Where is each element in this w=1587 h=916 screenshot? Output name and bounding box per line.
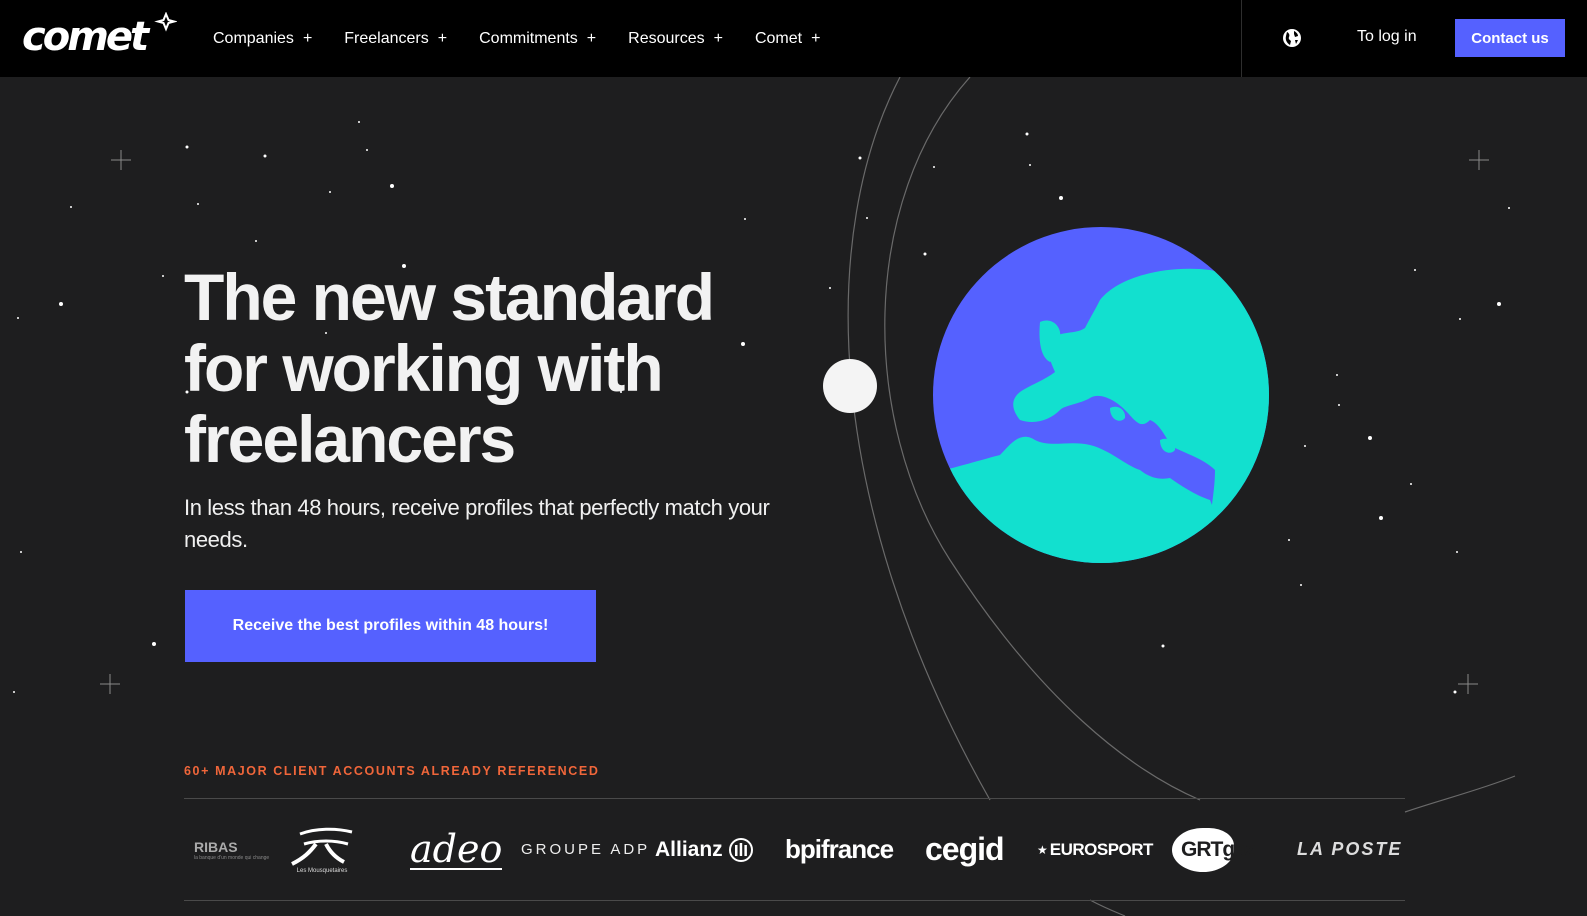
logo-la-poste: LA POSTE (1297, 799, 1402, 900)
logo-text: RIBAS (194, 838, 238, 855)
comet-logo[interactable]: comet (22, 12, 177, 58)
hero-subtitle: In less than 48 hours, receive profiles … (184, 495, 770, 552)
star (1336, 374, 1338, 376)
plus-icon: + (302, 29, 313, 47)
star (1456, 551, 1458, 553)
star (390, 184, 394, 188)
logo-text: bpifrance (785, 834, 894, 864)
star (1338, 404, 1340, 406)
nav-item-label: Freelancers (344, 29, 429, 47)
star (1414, 269, 1416, 271)
moon (823, 359, 877, 413)
receive-profiles-button[interactable]: Receive the best profiles within 48 hour… (185, 590, 596, 662)
star (17, 317, 19, 319)
nav-item-companies[interactable]: Companies + (213, 30, 312, 48)
allianz-eagle-icon (728, 837, 753, 862)
logo-text: EUROSPORT (1049, 839, 1154, 859)
logo-groupe-adp: GROUPE ADP (521, 799, 650, 900)
logo-text: Allianz (655, 837, 723, 861)
star (263, 154, 267, 158)
star (59, 302, 63, 306)
plus-icon: + (811, 29, 821, 47)
logo-text: GROUPE ADP (521, 841, 651, 858)
star (1161, 644, 1165, 648)
star (20, 551, 22, 553)
star (1497, 302, 1501, 306)
svg-text:comet: comet (22, 14, 151, 58)
logo-adeo: adeo (410, 799, 503, 900)
logo-text: adeo (410, 826, 503, 871)
clients-title: 60+ MAJOR CLIENT ACCOUNTS ALREADY REFERE… (184, 764, 600, 778)
star-icon: ★ (1037, 842, 1048, 857)
logo-les-mousquetaires: Les Mousquetaires (286, 799, 358, 900)
nav-item-resources[interactable]: Resources + (628, 30, 723, 48)
nav-item-label: Companies (213, 29, 294, 47)
star (1300, 584, 1302, 586)
star (1025, 132, 1029, 136)
plus-icon: + (586, 29, 597, 47)
client-logos-carousel[interactable]: RIBAS la banque d'un monde qui change Le… (184, 798, 1405, 901)
logo-subtext: Les Mousquetaires (296, 867, 348, 874)
star (1059, 196, 1063, 200)
star (366, 149, 368, 151)
logo-text: cegid (925, 831, 1005, 867)
star (1029, 164, 1031, 166)
star (1453, 690, 1457, 694)
mousquetaires-emblem (291, 827, 353, 866)
star (1368, 436, 1372, 440)
logo-bnp: RIBAS la banque d'un monde qui change (194, 799, 269, 900)
star (866, 217, 868, 219)
hero-headline: The new standard for working with freela… (184, 262, 824, 475)
logo-cegid: cegid (925, 799, 1005, 900)
nav-item-label: Commitments (479, 29, 578, 47)
login-link[interactable]: To log in (1357, 28, 1417, 46)
star (70, 206, 72, 208)
star (255, 240, 257, 242)
globe-icon[interactable] (1281, 27, 1303, 49)
star (933, 166, 935, 168)
logo-bpifrance: bpifrance (785, 799, 894, 900)
star (829, 287, 831, 289)
nav-item-commitments[interactable]: Commitments + (479, 30, 596, 48)
star (1288, 539, 1290, 541)
nav-item-comet[interactable]: Comet + (755, 30, 820, 48)
plus-icon: + (437, 29, 448, 47)
star (1379, 516, 1383, 520)
star (358, 121, 360, 123)
star (1508, 207, 1510, 209)
nav-item-label: Resources (628, 29, 705, 47)
main-menu: Companies + Freelancers + Commitments + … (213, 0, 852, 77)
star (1459, 318, 1461, 320)
headline-line: The new standard (184, 260, 715, 334)
star (197, 203, 199, 205)
headline-line: for working with (184, 331, 664, 405)
contact-us-button[interactable]: Contact us (1455, 19, 1565, 57)
top-navigation: comet Companies + Freelancers + Commitme… (0, 0, 1587, 77)
logo-grtgaz: GRTgaz (1172, 799, 1268, 900)
headline-line: freelancers (184, 402, 516, 476)
star (185, 145, 189, 149)
logo-text: GRTgaz (1181, 837, 1255, 861)
star (329, 191, 331, 193)
plus-icon: + (713, 29, 723, 47)
star (1304, 445, 1306, 447)
logo-subtext: la banque d'un monde qui change (194, 854, 270, 861)
star (858, 156, 862, 160)
logo-eurosport: ★ EUROSPORT (1037, 799, 1153, 900)
star (162, 275, 164, 277)
star (923, 252, 927, 256)
star (744, 218, 746, 220)
sparkle-icon (154, 12, 177, 32)
logo-allianz: Allianz (655, 799, 754, 900)
nav-divider (1241, 0, 1242, 77)
star (13, 691, 15, 693)
star (1410, 483, 1412, 485)
nav-item-label: Comet (754, 29, 803, 47)
earth-planet (933, 227, 1269, 563)
nav-item-freelancers[interactable]: Freelancers + (344, 30, 447, 48)
star (152, 642, 156, 646)
logo-text: LA POSTE (1297, 839, 1403, 859)
